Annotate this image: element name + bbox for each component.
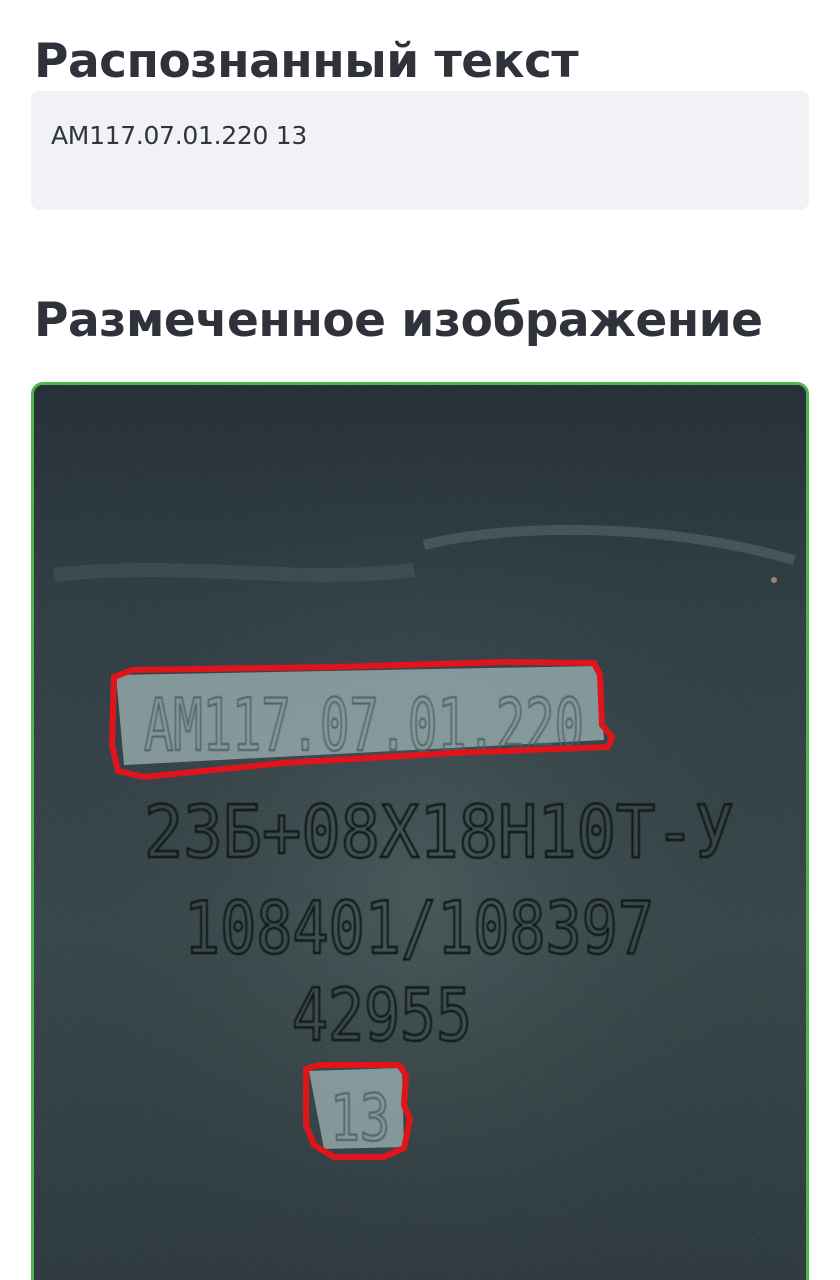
plate-line-4: 42955	[292, 973, 472, 1057]
plate-line-3: 108401/108397	[184, 886, 654, 970]
plate-line-1: AM117.07.01.220	[144, 683, 584, 767]
plate-line-2: 23Б+08Х18Н10Т-У	[144, 790, 734, 874]
marked-image[interactable]: AM117.07.01.220 23Б+08Х18Н10Т-У 108401/1…	[31, 382, 809, 1280]
marked-image-canvas: AM117.07.01.220 23Б+08Х18Н10Т-У 108401/1…	[34, 385, 806, 1280]
recognized-text-value: AM117.07.01.220 13	[51, 121, 307, 150]
marked-image-heading: Размеченное изображение	[34, 293, 763, 348]
recognized-text-heading: Распознанный текст	[34, 34, 579, 89]
recognized-text-box[interactable]: AM117.07.01.220 13	[31, 91, 809, 210]
page: Распознанный текст AM117.07.01.220 13 Ра…	[0, 0, 840, 1280]
plate-line-5: 13	[330, 1082, 390, 1156]
